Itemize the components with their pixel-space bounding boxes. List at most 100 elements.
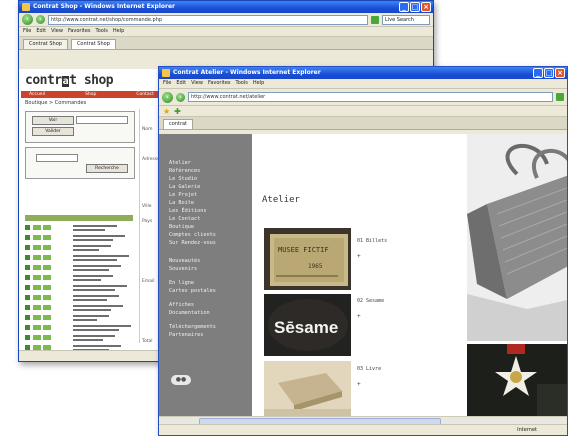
search-button[interactable]: Recherche <box>86 164 128 173</box>
go-icon[interactable] <box>371 15 379 24</box>
qty-cell[interactable] <box>43 325 51 330</box>
sidebar-group-item[interactable]: Souvenirs <box>169 266 197 272</box>
qty-cell[interactable] <box>43 255 51 260</box>
menu-help[interactable]: Help <box>113 27 124 36</box>
back-icon[interactable]: ‹ <box>22 14 33 25</box>
qty-cell[interactable] <box>43 265 51 270</box>
sidebar-group-item[interactable]: En ligne <box>169 280 194 286</box>
validate-button[interactable]: Valider <box>32 127 74 136</box>
qty-cell[interactable] <box>43 295 51 300</box>
qty-cell[interactable] <box>43 305 51 310</box>
product-row[interactable] <box>25 323 133 333</box>
front-title-bar[interactable]: Contrat Atelier - Windows Internet Explo… <box>159 67 567 79</box>
sidebar-nav-item[interactable]: Atelier <box>169 160 191 166</box>
product-row[interactable] <box>25 253 133 263</box>
product-row[interactable] <box>25 283 133 293</box>
sidebar-nav-item[interactable]: Le Studio <box>169 176 197 182</box>
sidebar-nav-item[interactable]: Les Éditions <box>169 208 206 214</box>
sidebar-group-item[interactable]: Téléchargements <box>169 324 216 330</box>
product-row[interactable] <box>25 233 133 243</box>
menu-file[interactable]: File <box>23 27 31 36</box>
qty-cell[interactable] <box>43 225 51 230</box>
shop-nav-shop[interactable]: Shop <box>85 91 96 98</box>
sidebar-group-item[interactable]: Cartes postales <box>169 288 216 294</box>
menu-favorites[interactable]: Favorites <box>208 79 231 88</box>
item-caption-book[interactable]: 03 Livre <box>357 366 381 372</box>
product-checkbox[interactable] <box>25 285 30 290</box>
menu-tools[interactable]: Tools <box>96 27 108 36</box>
qty-cell[interactable] <box>33 285 41 290</box>
qty-cell[interactable] <box>33 245 41 250</box>
qty-cell[interactable] <box>33 235 41 240</box>
front-tab-1[interactable]: contrat <box>163 119 194 129</box>
back-search-box[interactable]: Live Search <box>382 14 430 25</box>
product-checkbox[interactable] <box>25 255 30 260</box>
menu-help[interactable]: Help <box>253 79 264 88</box>
product-row[interactable] <box>25 303 133 313</box>
go-icon[interactable] <box>556 93 564 101</box>
product-checkbox[interactable] <box>25 325 30 330</box>
qty-cell[interactable] <box>43 235 51 240</box>
front-address-bar[interactable]: http://www.contrat.net/atelier <box>188 92 553 102</box>
product-row[interactable] <box>25 223 133 233</box>
product-row[interactable] <box>25 333 133 343</box>
back-tab-1[interactable]: Contrat Shop <box>23 39 68 49</box>
forward-icon[interactable]: › <box>36 15 45 24</box>
sidebar-nav-item[interactable]: Sur Rendez-vous <box>169 240 216 246</box>
back-tab-2[interactable]: Contrat Shop <box>70 39 116 49</box>
sidebar-nav-item[interactable]: La Galerie <box>169 184 200 190</box>
qty-cell[interactable] <box>33 275 41 280</box>
back-title-bar[interactable]: Contrat Shop - Windows Internet Explorer… <box>19 1 433 13</box>
maximize-button[interactable]: □ <box>410 2 420 12</box>
close-button[interactable]: × <box>555 68 565 78</box>
filter-field[interactable] <box>36 154 78 162</box>
item-thumbnail-book[interactable] <box>264 361 351 423</box>
product-row[interactable] <box>25 263 133 273</box>
qty-cell[interactable] <box>43 275 51 280</box>
order-field[interactable] <box>76 116 128 124</box>
item-caption-tickets[interactable]: 01 Billets <box>357 238 387 244</box>
qty-cell[interactable] <box>33 295 41 300</box>
medal-image[interactable] <box>467 344 567 425</box>
favorites-star-icon[interactable]: ★ <box>163 107 170 116</box>
atelier-logo-icon[interactable]: ●● <box>171 375 191 385</box>
forward-icon[interactable]: › <box>176 92 185 102</box>
maximize-button[interactable]: □ <box>544 68 554 78</box>
minimize-button[interactable]: _ <box>533 68 543 78</box>
qty-cell[interactable] <box>33 315 41 320</box>
product-checkbox[interactable] <box>25 315 30 320</box>
qty-cell[interactable] <box>33 255 41 260</box>
menu-file[interactable]: File <box>163 79 171 88</box>
sidebar-group-item[interactable]: Partenaires <box>169 332 203 338</box>
menu-view[interactable]: View <box>51 27 63 36</box>
qty-cell[interactable] <box>33 225 41 230</box>
qty-cell[interactable] <box>43 245 51 250</box>
qty-cell[interactable] <box>33 265 41 270</box>
product-checkbox[interactable] <box>25 305 30 310</box>
product-checkbox[interactable] <box>25 335 30 340</box>
product-checkbox[interactable] <box>25 275 30 280</box>
qty-cell[interactable] <box>33 305 41 310</box>
product-checkbox[interactable] <box>25 265 30 270</box>
hero-image[interactable] <box>467 134 567 341</box>
product-checkbox[interactable] <box>25 225 30 230</box>
sidebar-group-item[interactable]: Documentation <box>169 310 210 316</box>
sidebar-nav-item[interactable]: La Boite <box>169 200 194 206</box>
view-button[interactable]: Voir <box>32 116 74 125</box>
sidebar-group-item[interactable]: Nouveautés <box>169 258 200 264</box>
qty-cell[interactable] <box>43 285 51 290</box>
qty-cell[interactable] <box>33 335 41 340</box>
sidebar-nav-item[interactable]: Le Projet <box>169 192 197 198</box>
product-checkbox[interactable] <box>25 295 30 300</box>
menu-favorites[interactable]: Favorites <box>68 27 91 36</box>
item-thumbnail-tickets[interactable]: MUSEE FICTIF 1965 <box>264 228 351 290</box>
atelier-browser-window[interactable]: Contrat Atelier - Windows Internet Explo… <box>158 66 568 436</box>
product-checkbox[interactable] <box>25 245 30 250</box>
product-checkbox[interactable] <box>25 235 30 240</box>
add-favorite-icon[interactable]: ✚ <box>174 107 181 116</box>
menu-edit[interactable]: Edit <box>36 27 46 36</box>
product-row[interactable] <box>25 313 133 323</box>
sidebar-nav-item[interactable]: Références <box>169 168 200 174</box>
product-row[interactable] <box>25 293 133 303</box>
menu-tools[interactable]: Tools <box>236 79 248 88</box>
